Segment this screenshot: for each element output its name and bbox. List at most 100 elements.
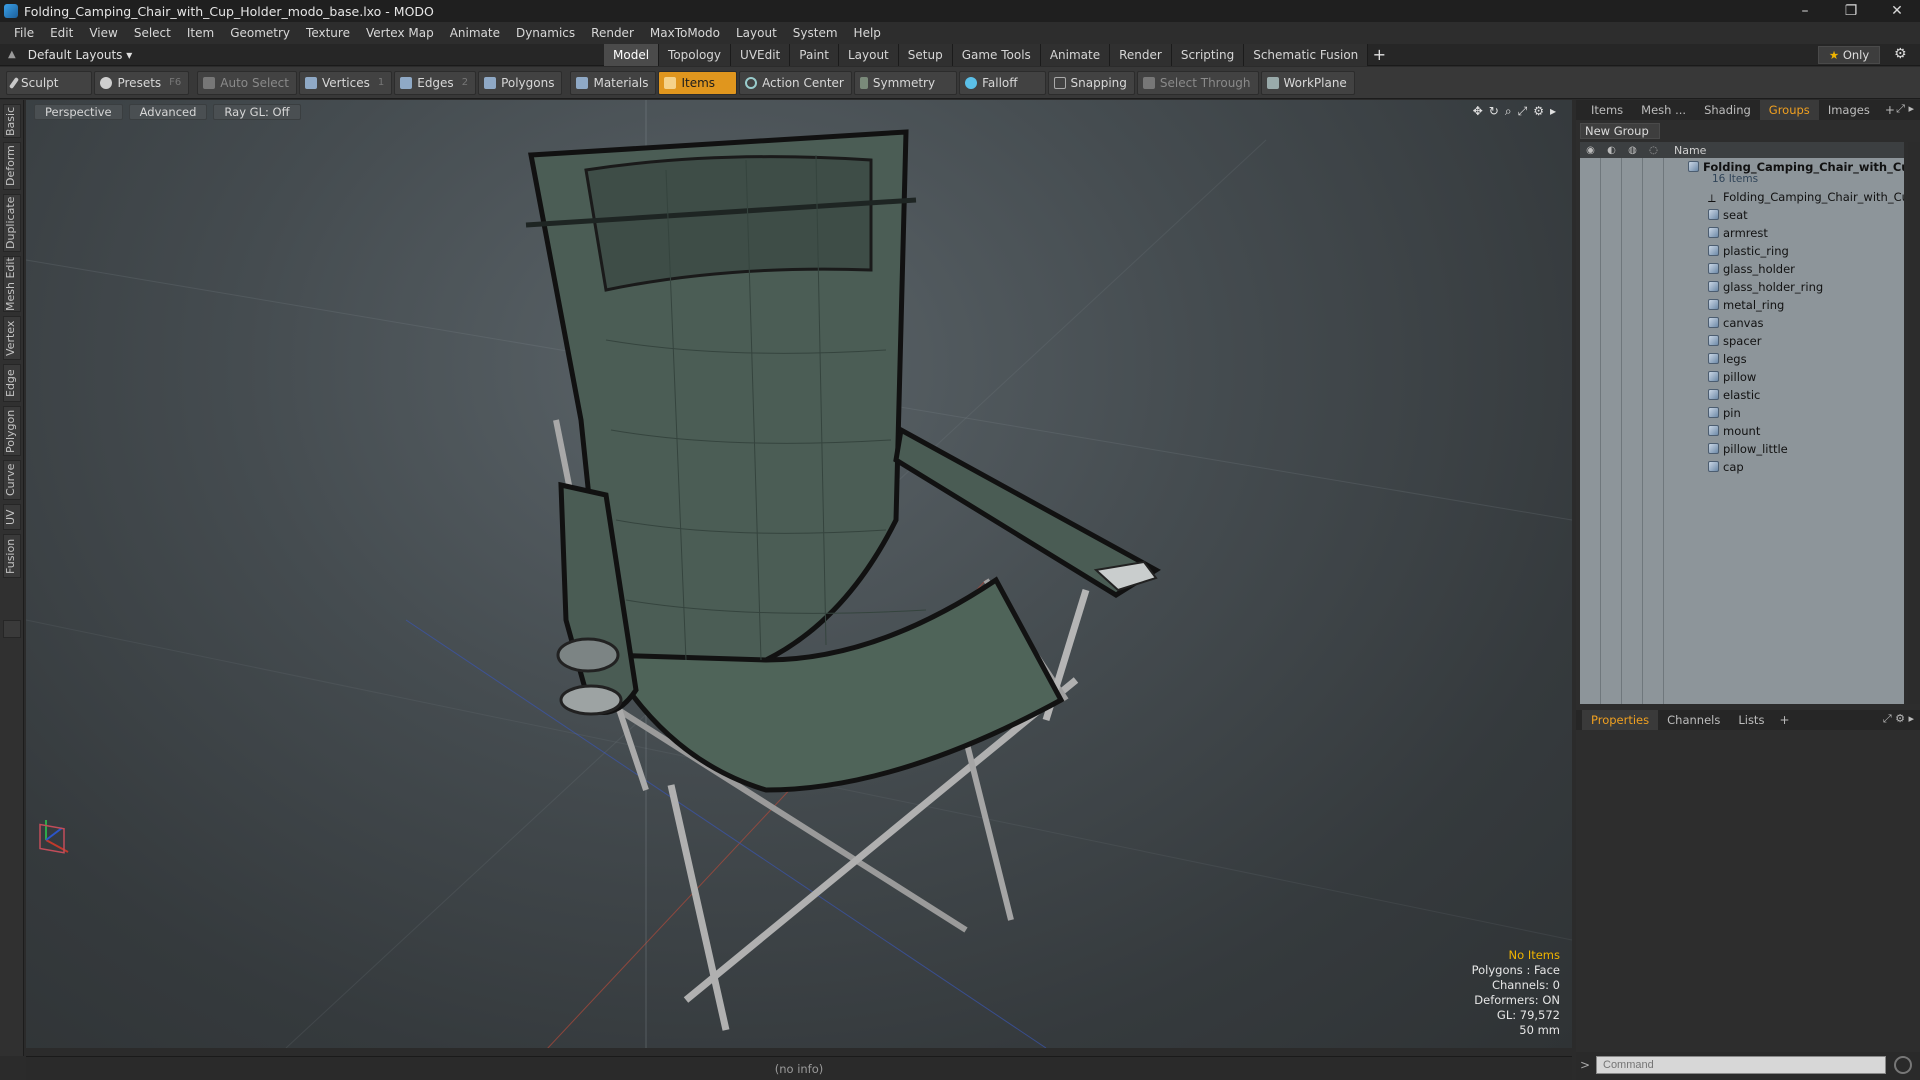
menu-file[interactable]: File bbox=[6, 22, 42, 44]
tab-items[interactable]: Items bbox=[1582, 100, 1632, 120]
vtab-mesh-edit[interactable]: Mesh Edit bbox=[3, 256, 21, 312]
select-column-icon[interactable]: ◌ bbox=[1643, 145, 1664, 156]
tab-layout[interactable]: Layout bbox=[838, 44, 899, 66]
visibility-column-icon[interactable]: ◉ bbox=[1580, 145, 1601, 156]
menu-render[interactable]: Render bbox=[583, 22, 642, 44]
tab-paint[interactable]: Paint bbox=[790, 44, 839, 66]
vtab-vertex[interactable]: Vertex bbox=[3, 316, 21, 360]
raygl-button[interactable]: Ray GL: Off bbox=[213, 104, 301, 120]
gear-icon[interactable]: ⚙ bbox=[1894, 46, 1907, 62]
tab-groups[interactable]: Groups bbox=[1759, 100, 1819, 120]
tab-render[interactable]: Render bbox=[1110, 44, 1172, 66]
list-item[interactable]: pillow_little bbox=[1708, 440, 1788, 458]
menu-texture[interactable]: Texture bbox=[298, 22, 358, 44]
menu-geometry[interactable]: Geometry bbox=[222, 22, 298, 44]
tab-images[interactable]: Images bbox=[1819, 100, 1879, 120]
layout-selector[interactable]: ▲ Default Layouts ▾ bbox=[8, 44, 132, 66]
list-item[interactable]: armrest bbox=[1708, 224, 1768, 242]
panel-expand-icon[interactable]: ⤢ ▸ bbox=[1896, 102, 1914, 116]
snapping-button[interactable]: Snapping bbox=[1047, 70, 1135, 95]
materials-button[interactable]: Materials bbox=[570, 70, 657, 95]
vtab-polygon[interactable]: Polygon bbox=[3, 406, 21, 456]
menu-animate[interactable]: Animate bbox=[442, 22, 508, 44]
list-item[interactable]: plastic_ring bbox=[1708, 242, 1789, 260]
rotate-view-icon[interactable]: ↻ bbox=[1489, 104, 1499, 119]
edges-button[interactable]: Edges 2 bbox=[394, 70, 477, 95]
menu-dynamics[interactable]: Dynamics bbox=[508, 22, 583, 44]
lock-column-icon[interactable]: ◍ bbox=[1622, 145, 1643, 156]
menu-help[interactable]: Help bbox=[846, 22, 889, 44]
tab-lists[interactable]: Lists bbox=[1729, 710, 1773, 730]
new-group-button[interactable]: New Group bbox=[1580, 123, 1660, 139]
add-props-tab-button[interactable]: + bbox=[1773, 713, 1795, 727]
tab-model[interactable]: Model bbox=[604, 44, 660, 66]
list-item[interactable]: ⟂Folding_Camping_Chair_with_Cup_... bbox=[1708, 188, 1904, 206]
tab-game-tools[interactable]: Game Tools bbox=[952, 44, 1041, 66]
vtab-curve[interactable]: Curve bbox=[3, 460, 21, 500]
minimize-button[interactable]: – bbox=[1782, 0, 1828, 22]
menu-item[interactable]: Item bbox=[179, 22, 222, 44]
falloff-button[interactable]: Falloff bbox=[959, 70, 1046, 95]
list-item[interactable]: pillow bbox=[1708, 368, 1756, 386]
tab-channels[interactable]: Channels bbox=[1658, 710, 1729, 730]
vtab-fusion[interactable]: Fusion bbox=[3, 534, 21, 578]
menu-maxtomodo[interactable]: MaxToModo bbox=[642, 22, 728, 44]
polygons-button[interactable]: Polygons bbox=[478, 70, 563, 95]
menu-edit[interactable]: Edit bbox=[42, 22, 81, 44]
view-settings-icon[interactable]: ⚙ bbox=[1533, 104, 1544, 119]
perspective-button[interactable]: Perspective bbox=[34, 104, 123, 120]
menu-select[interactable]: Select bbox=[126, 22, 179, 44]
action-center-button[interactable]: Action Center bbox=[739, 70, 852, 95]
vtab-deform[interactable]: Deform bbox=[3, 142, 21, 190]
name-column-header[interactable]: Name bbox=[1674, 144, 1706, 157]
select-through-button[interactable]: Select Through bbox=[1136, 70, 1259, 95]
presets-button[interactable]: Presets F6 bbox=[94, 70, 190, 95]
auto-select-button[interactable]: Auto Select bbox=[197, 70, 297, 95]
tab-mesh[interactable]: Mesh ... bbox=[1632, 100, 1695, 120]
view-expand-icon[interactable]: ▸ bbox=[1550, 104, 1556, 119]
groups-scrollbar[interactable] bbox=[1908, 142, 1920, 704]
groups-list[interactable]: ◉ ◐ ◍ ◌ Name Folding_Camping_Chair_with_… bbox=[1580, 142, 1904, 704]
list-item[interactable]: glass_holder bbox=[1708, 260, 1795, 278]
items-button[interactable]: Items bbox=[658, 70, 738, 95]
tab-topology[interactable]: Topology bbox=[659, 44, 732, 66]
maximize-view-icon[interactable]: ⤢ bbox=[1518, 104, 1528, 119]
tab-setup[interactable]: Setup bbox=[898, 44, 953, 66]
list-item[interactable]: metal_ring bbox=[1708, 296, 1784, 314]
tab-animate[interactable]: Animate bbox=[1040, 44, 1111, 66]
tab-schematic-fusion[interactable]: Schematic Fusion bbox=[1244, 44, 1369, 66]
menu-view[interactable]: View bbox=[81, 22, 125, 44]
advanced-button[interactable]: Advanced bbox=[128, 104, 208, 120]
list-item[interactable]: legs bbox=[1708, 350, 1747, 368]
props-expand-icon[interactable]: ⤢ ⚙ ▸ bbox=[1883, 712, 1914, 726]
list-item[interactable]: spacer bbox=[1708, 332, 1761, 350]
vtab-uv[interactable]: UV bbox=[3, 504, 21, 530]
menu-vertex-map[interactable]: Vertex Map bbox=[358, 22, 442, 44]
workplane-button[interactable]: WorkPlane bbox=[1260, 70, 1355, 95]
tab-scripting[interactable]: Scripting bbox=[1171, 44, 1245, 66]
command-history-icon[interactable] bbox=[1894, 1056, 1912, 1074]
list-item[interactable]: glass_holder_ring bbox=[1708, 278, 1823, 296]
move-view-icon[interactable]: ✥ bbox=[1473, 104, 1483, 119]
list-item[interactable]: cap bbox=[1708, 458, 1744, 476]
render-column-icon[interactable]: ◐ bbox=[1601, 145, 1622, 156]
tab-uvedit[interactable]: UVEdit bbox=[731, 44, 791, 66]
close-button[interactable]: ✕ bbox=[1874, 0, 1920, 22]
command-input[interactable] bbox=[1596, 1056, 1886, 1074]
zoom-view-icon[interactable]: ⌕ bbox=[1505, 104, 1512, 119]
menu-system[interactable]: System bbox=[785, 22, 846, 44]
list-item[interactable]: canvas bbox=[1708, 314, 1764, 332]
sculpt-button[interactable]: Sculpt bbox=[6, 70, 93, 95]
vtab-basic[interactable]: Basic bbox=[3, 104, 21, 138]
list-item[interactable]: elastic bbox=[1708, 386, 1760, 404]
tab-shading[interactable]: Shading bbox=[1695, 100, 1760, 120]
maximize-button[interactable]: ❐ bbox=[1828, 0, 1874, 22]
vtab-edge[interactable]: Edge bbox=[3, 364, 21, 402]
menu-layout[interactable]: Layout bbox=[728, 22, 785, 44]
3d-viewport[interactable]: Perspective Advanced Ray GL: Off ✥ ↻ ⌕ ⤢… bbox=[26, 100, 1572, 1048]
tab-properties[interactable]: Properties bbox=[1582, 710, 1659, 730]
list-item[interactable]: pin bbox=[1708, 404, 1741, 422]
vtab-duplicate[interactable]: Duplicate bbox=[3, 194, 21, 252]
list-item[interactable]: mount bbox=[1708, 422, 1760, 440]
list-item[interactable]: seat bbox=[1708, 206, 1748, 224]
